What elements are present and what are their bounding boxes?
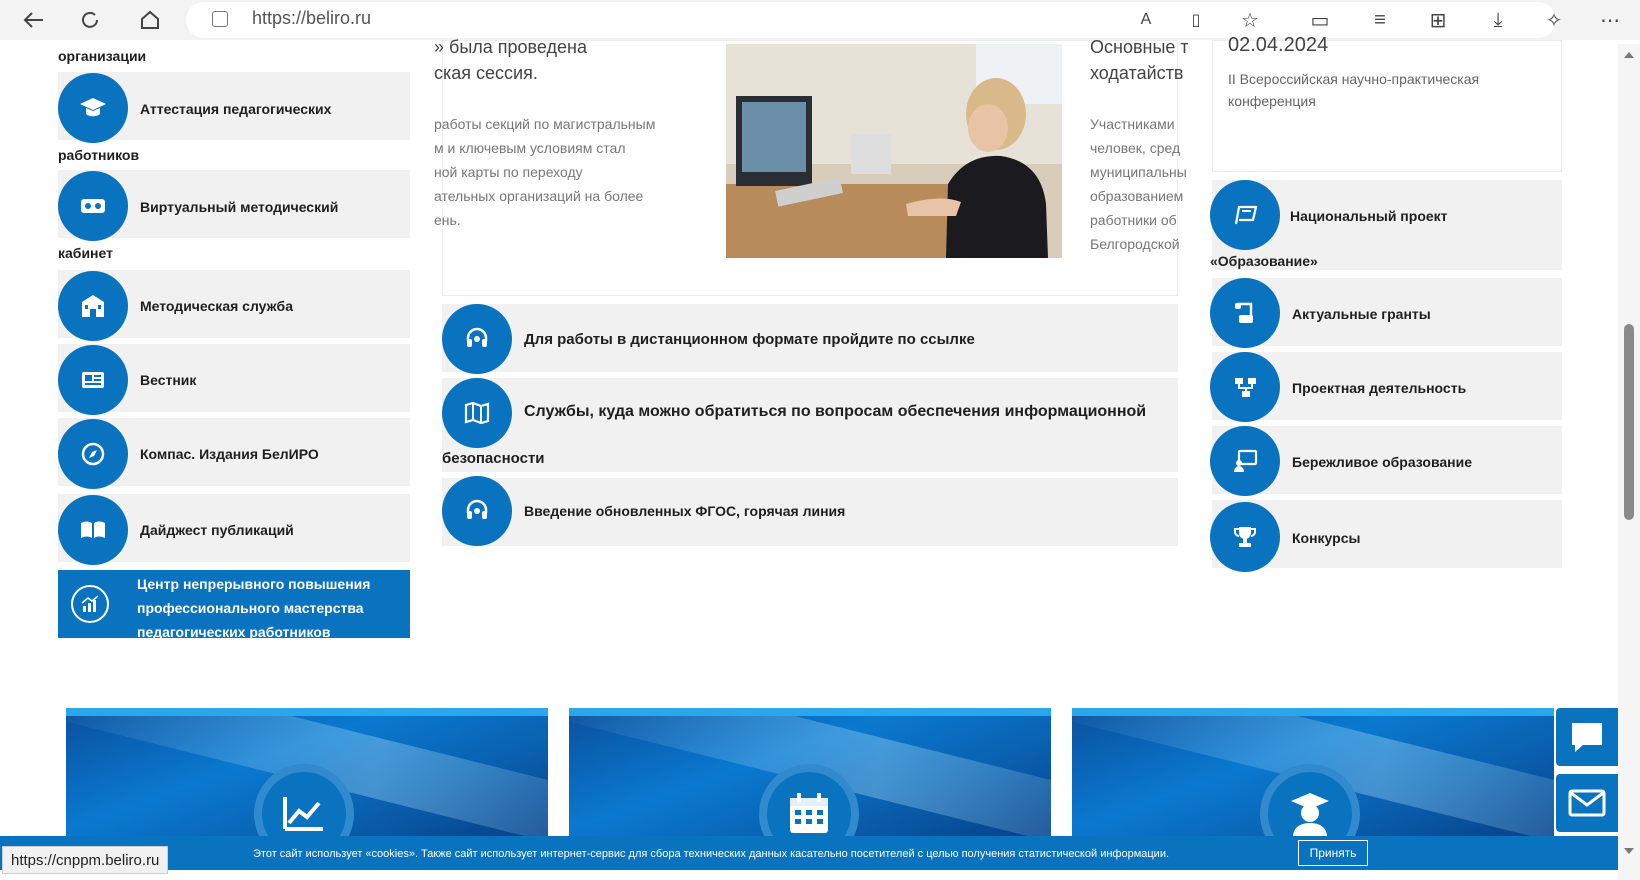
news-body: работы секций по магистральным м и ключе… bbox=[434, 112, 655, 232]
immersive-reader-icon[interactable]: ▯ bbox=[1182, 6, 1210, 34]
headset-icon bbox=[442, 476, 512, 546]
favorite-star-icon[interactable]: ☆ bbox=[1236, 6, 1264, 34]
news-secondary-line: Белгородской bbox=[1090, 236, 1180, 252]
url-text[interactable]: https://beliro.ru bbox=[252, 8, 371, 29]
banner-calendar[interactable] bbox=[569, 708, 1051, 838]
banner-statistics[interactable] bbox=[66, 708, 548, 838]
news-body-line: ной карты по переходу bbox=[434, 164, 583, 180]
chart-growth-icon bbox=[71, 585, 109, 623]
news-secondary-title[interactable]: Основные т ходатайств bbox=[1090, 34, 1188, 86]
scroll-down-arrow-icon[interactable] bbox=[1624, 848, 1634, 854]
banner-teacher[interactable] bbox=[1072, 708, 1554, 838]
split-screen-icon[interactable]: ▭ bbox=[1306, 6, 1334, 34]
status-link-preview: https://cnppm.beliro.ru bbox=[2, 846, 169, 874]
menu-item-label: Актуальные гранты bbox=[1292, 306, 1431, 322]
banner-top-strip bbox=[66, 708, 548, 716]
site-info-icon[interactable] bbox=[212, 11, 228, 27]
chat-bubble-icon bbox=[1572, 723, 1602, 752]
news-title-line: » была проведена bbox=[434, 37, 587, 57]
graduation-cap-icon bbox=[58, 73, 128, 143]
email-button[interactable] bbox=[1556, 774, 1618, 832]
news-body-line: ень. bbox=[434, 212, 461, 228]
scroll-icon bbox=[1210, 278, 1280, 348]
school-building-icon bbox=[58, 271, 128, 341]
menu-item-label: Виртуальный методический bbox=[140, 199, 339, 215]
news-secondary-line: работники об bbox=[1090, 212, 1177, 228]
link-infosec-services[interactable] bbox=[442, 378, 1178, 472]
news-body-line: ательных организаций на более bbox=[434, 188, 644, 204]
menu-item-label: Компас. Издания БелИРО bbox=[140, 446, 319, 462]
news-title[interactable]: » была проведена ская сессия. bbox=[434, 34, 587, 86]
news-secondary-body: Участниками человек, сред муниципальны о… bbox=[1090, 112, 1186, 256]
menu-item-label: Аттестация педагогических bbox=[140, 101, 332, 117]
news-secondary-title-line: Основные т bbox=[1090, 37, 1188, 57]
news-secondary-line: образованием bbox=[1090, 188, 1184, 204]
link-label-continued: безопасности bbox=[442, 450, 545, 467]
address-bar[interactable] bbox=[186, 2, 1556, 38]
menu-item-label: Методическая служба bbox=[140, 298, 293, 314]
scrollbar-thumb[interactable] bbox=[1624, 324, 1634, 520]
menu-item-label: Конкурсы bbox=[1292, 530, 1361, 546]
cookie-accept-button[interactable]: Принять bbox=[1298, 840, 1368, 866]
menu-item-label: Национальный проект bbox=[1290, 208, 1448, 224]
project-tree-icon bbox=[1210, 352, 1280, 422]
menu-item-cut-label[interactable]: организации bbox=[58, 48, 146, 64]
menu-item-label-continued: работников bbox=[58, 147, 140, 163]
banner-top-strip bbox=[1072, 708, 1554, 716]
compass-icon bbox=[58, 419, 128, 489]
scroll-up-arrow-icon[interactable] bbox=[1624, 52, 1634, 58]
menu-item-label: Дайджест публикаций bbox=[140, 522, 294, 538]
news-photo[interactable] bbox=[726, 44, 1062, 258]
vr-headset-icon bbox=[58, 171, 128, 241]
link-label: Введение обновленных ФГОС, горячая линия bbox=[524, 503, 846, 519]
news-body-line: работы секций по магистральным bbox=[434, 116, 656, 132]
refresh-icon[interactable] bbox=[76, 6, 104, 34]
menu-item-label-continued: «Образование» bbox=[1210, 253, 1318, 269]
back-icon[interactable] bbox=[20, 6, 48, 34]
presentation-icon bbox=[1210, 426, 1280, 496]
favorites-list-icon[interactable]: ≡ bbox=[1366, 6, 1394, 34]
calendar-icon bbox=[759, 764, 859, 838]
headset-icon bbox=[442, 304, 512, 374]
vertical-scrollbar[interactable] bbox=[1618, 44, 1640, 880]
news-secondary-line: человек, сред bbox=[1090, 140, 1181, 156]
cookie-notice-text: Этот сайт использует «cookies». Также са… bbox=[253, 848, 1170, 860]
news-title-line: ская сессия. bbox=[434, 63, 538, 83]
extensions-icon[interactable]: ✧ bbox=[1540, 6, 1568, 34]
event-text[interactable]: II Всероссийская научно-практическая кон… bbox=[1228, 68, 1548, 112]
menu-item-label: Вестник bbox=[140, 372, 197, 388]
event-date: 02.04.2024 bbox=[1228, 34, 1329, 56]
menu-item-active-label: Центр непрерывного повышения профессиона… bbox=[137, 576, 371, 640]
browser-toolbar: https://beliro.ru A ▯ ☆ ▭ ≡ ⊞ ⤓ ✧ ⋯ bbox=[0, 0, 1640, 40]
downloads-icon[interactable]: ⤓ bbox=[1484, 6, 1512, 34]
menu-item-label-continued: кабинет bbox=[58, 245, 113, 261]
news-body-line: м и ключевым условиям стал bbox=[434, 140, 626, 156]
newspaper-icon bbox=[58, 345, 128, 415]
read-aloud-icon[interactable]: A bbox=[1132, 6, 1160, 34]
news-secondary-line: Участниками bbox=[1090, 116, 1175, 132]
banner-top-strip bbox=[569, 708, 1051, 716]
collections-icon[interactable]: ⊞ bbox=[1424, 6, 1452, 34]
home-icon[interactable] bbox=[136, 6, 164, 34]
menu-item-label: Проектная деятельность bbox=[1292, 380, 1467, 396]
teacher-graduate-icon bbox=[1260, 764, 1360, 838]
open-book-icon bbox=[58, 495, 128, 565]
more-menu-icon[interactable]: ⋯ bbox=[1596, 6, 1624, 34]
menu-item-label: Бережливое образование bbox=[1292, 454, 1473, 470]
flag-icon bbox=[1210, 180, 1280, 250]
link-label: Службы, куда можно обратиться по вопроса… bbox=[524, 403, 1147, 420]
trophy-icon bbox=[1210, 502, 1280, 572]
trending-chart-icon bbox=[254, 764, 354, 838]
link-label: Для работы в дистанционном формате пройд… bbox=[524, 331, 975, 348]
chat-button[interactable] bbox=[1556, 708, 1618, 766]
envelope-icon bbox=[1568, 789, 1606, 817]
news-secondary-title-line: ходатайств bbox=[1090, 63, 1184, 83]
news-secondary-line: муниципальны bbox=[1090, 164, 1186, 180]
map-icon bbox=[442, 378, 512, 448]
